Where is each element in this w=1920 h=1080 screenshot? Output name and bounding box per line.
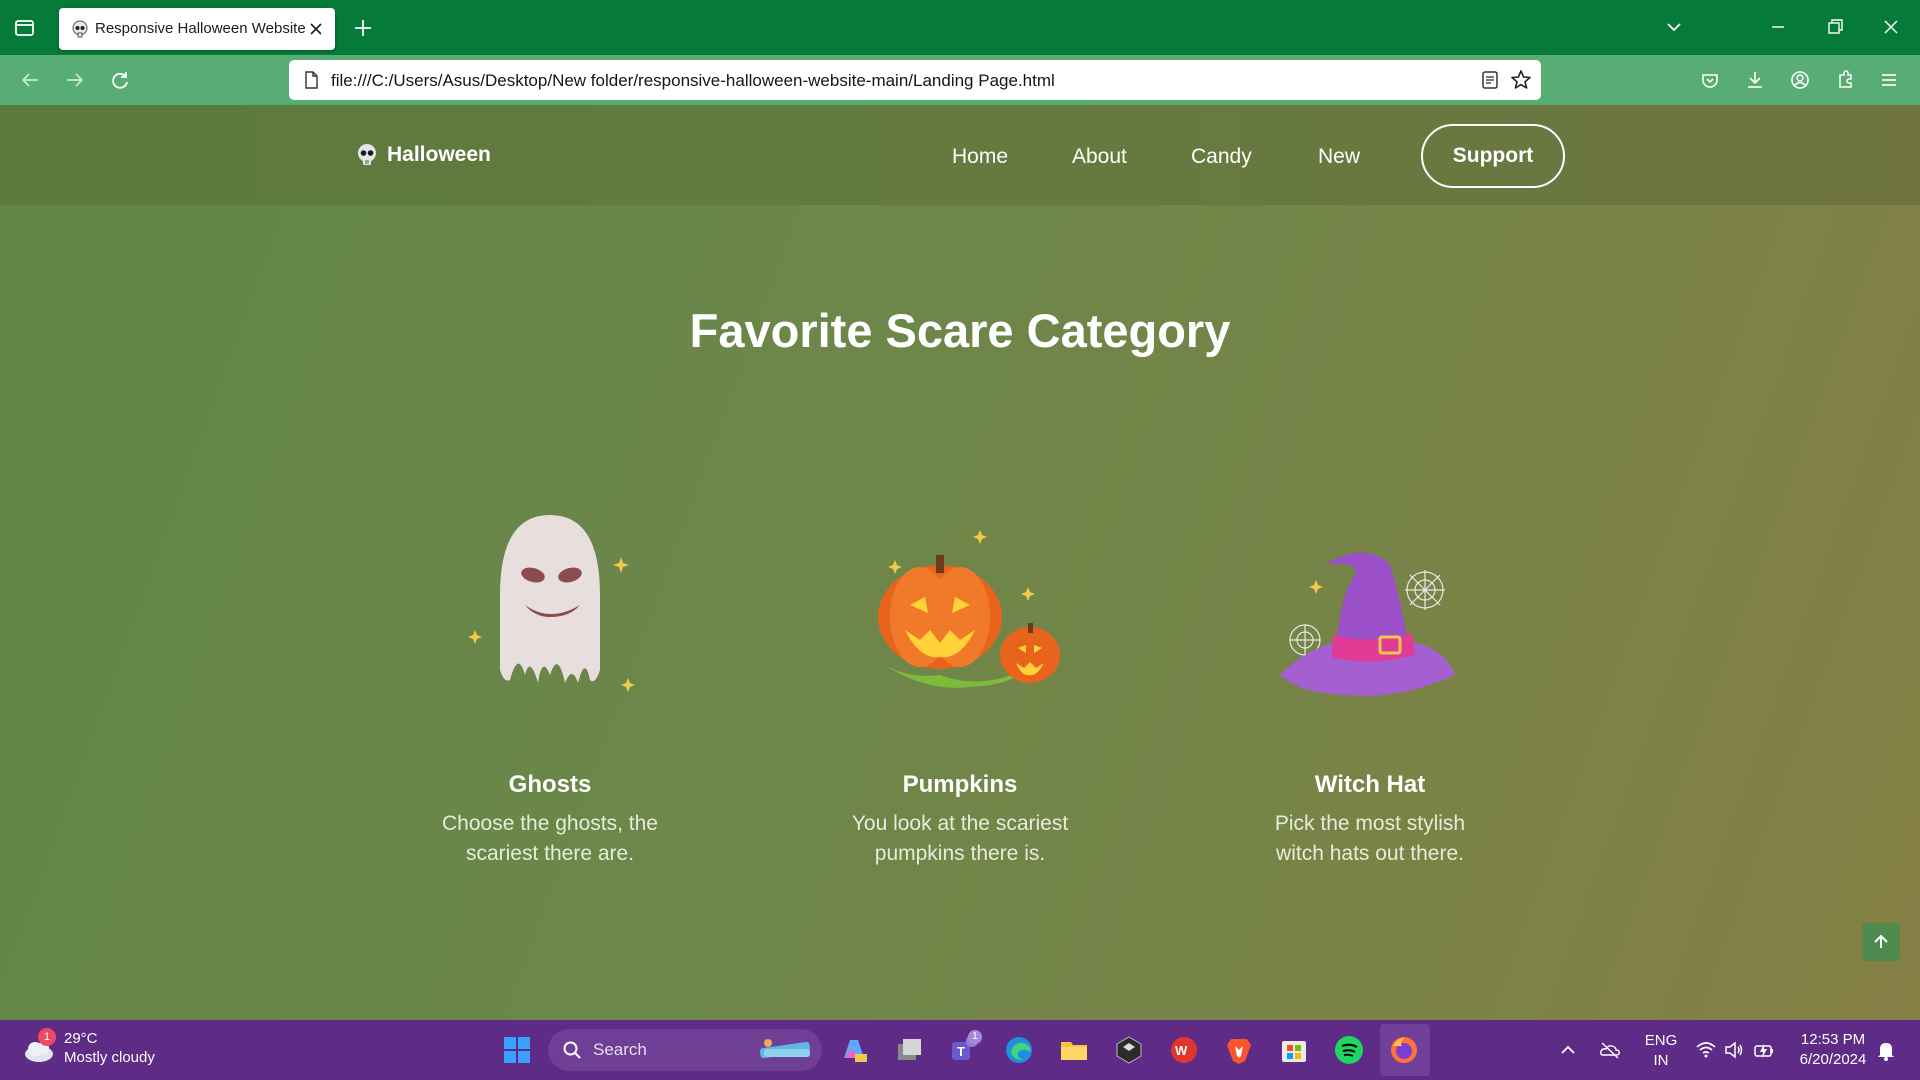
card-desc-witch-hat: Pick the most stylish witch hats out the… xyxy=(1274,812,1466,865)
category-card-witch-hat: Witch Hat Pick the most stylish witch ha… xyxy=(1205,505,1535,869)
section-title: Favorite Scare Category xyxy=(689,304,1231,357)
task-view-icon[interactable] xyxy=(893,1034,925,1066)
nav-about-link[interactable]: About xyxy=(1072,145,1127,169)
pocket-icon[interactable] xyxy=(1697,67,1723,93)
battery-charging-icon[interactable] xyxy=(1752,1038,1776,1062)
teams-badge: 1 xyxy=(968,1030,982,1044)
menu-icon[interactable] xyxy=(1876,67,1902,93)
card-title-pumpkins: Pumpkins xyxy=(902,771,1018,798)
reload-icon[interactable] xyxy=(107,67,133,93)
weather-temperature: 29°C xyxy=(64,1030,98,1047)
witch-hat-icon xyxy=(1280,552,1455,696)
close-tab-icon[interactable] xyxy=(305,18,327,40)
address-bar[interactable]: file:///C:/Users/Asus/Desktop/New folder… xyxy=(289,60,1541,100)
card-desc-ghosts: Choose the ghosts, the scariest there ar… xyxy=(442,812,658,865)
support-button[interactable]: Support xyxy=(1421,124,1565,188)
url-text[interactable]: file:///C:/Users/Asus/Desktop/New folder… xyxy=(331,71,1055,91)
forward-icon[interactable] xyxy=(62,67,88,93)
svg-text:T: T xyxy=(957,1044,965,1059)
minimize-icon[interactable] xyxy=(1765,14,1791,40)
category-card-pumpkins: Pumpkins You look at the scariest pumpki… xyxy=(795,505,1125,869)
wifi-icon[interactable] xyxy=(1694,1038,1718,1062)
site-header: Halloween Home About Candy New Support xyxy=(0,105,1920,205)
card-title-ghosts: Ghosts xyxy=(508,771,592,798)
clock-date[interactable]: 6/20/2024 xyxy=(1793,1051,1873,1068)
category-card-ghosts: Ghosts Choose the ghosts, the scariest t… xyxy=(385,505,715,869)
spotify-icon[interactable] xyxy=(1333,1034,1365,1066)
nav-home-link[interactable]: Home xyxy=(952,145,1008,169)
brave-browser-icon[interactable] xyxy=(1223,1034,1255,1066)
skull-favicon-icon xyxy=(72,20,88,38)
tab-title: Responsive Halloween Website xyxy=(95,20,306,37)
close-window-icon[interactable] xyxy=(1878,14,1904,40)
language-indicator[interactable]: ENG xyxy=(1643,1032,1679,1049)
copilot-icon[interactable] xyxy=(838,1034,870,1066)
downloads-icon[interactable] xyxy=(1742,67,1768,93)
weather-badge: 1 xyxy=(38,1028,56,1046)
reader-view-icon[interactable] xyxy=(1479,69,1501,91)
taskbar-search[interactable]: Search xyxy=(548,1029,822,1071)
tab-overflow-chevron-icon[interactable] xyxy=(1661,14,1687,40)
wps-office-icon[interactable]: W xyxy=(1168,1034,1200,1066)
notification-bell-icon[interactable] xyxy=(1875,1039,1897,1061)
arrow-up-icon xyxy=(1874,934,1888,948)
windows-start-icon[interactable] xyxy=(501,1034,533,1066)
account-icon[interactable] xyxy=(1787,67,1813,93)
bookmark-star-icon[interactable] xyxy=(1509,68,1533,92)
search-highlight-icon xyxy=(759,1039,811,1059)
file-explorer-icon[interactable] xyxy=(1058,1034,1090,1066)
unity-hub-icon[interactable] xyxy=(1113,1034,1145,1066)
region-indicator[interactable]: IN xyxy=(1643,1052,1679,1069)
logo-text: Halloween xyxy=(387,143,491,166)
clock-time[interactable]: 12:53 PM xyxy=(1793,1031,1873,1048)
weather-condition: Mostly cloudy xyxy=(64,1049,155,1066)
back-icon[interactable] xyxy=(17,67,43,93)
volume-icon[interactable] xyxy=(1722,1038,1746,1062)
restore-icon[interactable] xyxy=(1822,14,1848,40)
new-tab-icon[interactable] xyxy=(350,15,376,41)
scroll-to-top-button[interactable] xyxy=(1862,923,1900,961)
ghost-icon xyxy=(468,515,635,692)
onedrive-offline-icon[interactable] xyxy=(1598,1038,1622,1062)
search-icon xyxy=(563,1041,581,1059)
svg-text:W: W xyxy=(1175,1043,1188,1058)
search-placeholder: Search xyxy=(593,1040,647,1059)
extensions-icon[interactable] xyxy=(1832,67,1858,93)
nav-new-link[interactable]: New xyxy=(1318,145,1360,169)
card-desc-pumpkins: You look at the scariest pumpkins there … xyxy=(851,812,1069,865)
page-icon xyxy=(305,71,318,89)
skull-logo-icon xyxy=(358,144,376,165)
browser-tab-bar: Responsive Halloween Website xyxy=(0,0,1920,55)
show-hidden-icons-chevron-icon[interactable] xyxy=(1556,1038,1580,1062)
active-tab[interactable]: Responsive Halloween Website xyxy=(59,8,335,50)
windows-taskbar: 1 29°C Mostly cloudy Search T 1 W ENG IN… xyxy=(0,1020,1920,1080)
edge-icon[interactable] xyxy=(1003,1034,1035,1066)
page-content: Halloween Home About Candy New Support F… xyxy=(0,105,1920,1020)
nav-candy-link[interactable]: Candy xyxy=(1191,145,1252,169)
card-title-witch-hat: Witch Hat xyxy=(1314,771,1426,798)
pumpkin-icon xyxy=(870,530,1060,688)
microsoft-store-icon[interactable] xyxy=(1278,1034,1310,1066)
tab-list-icon[interactable] xyxy=(10,16,40,40)
firefox-icon[interactable] xyxy=(1388,1034,1420,1066)
site-logo[interactable]: Halloween xyxy=(355,143,491,167)
